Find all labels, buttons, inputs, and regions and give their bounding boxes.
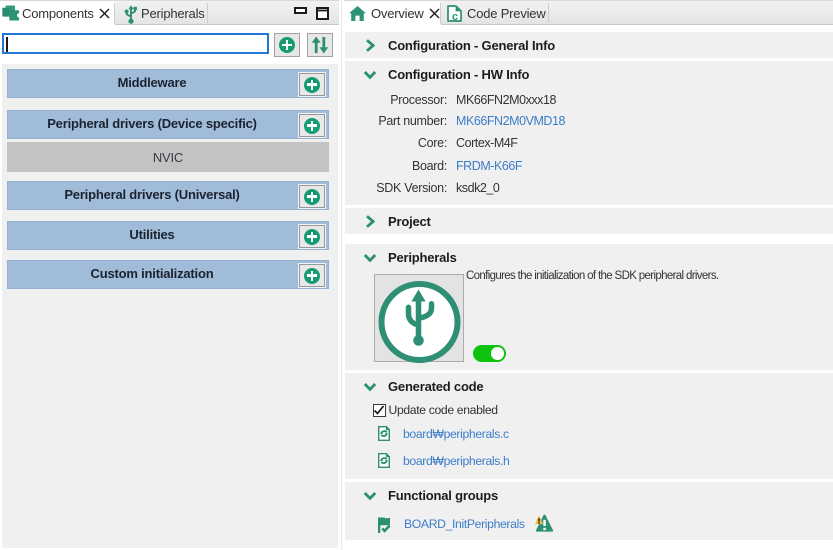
svg-text:c: c	[452, 11, 458, 22]
